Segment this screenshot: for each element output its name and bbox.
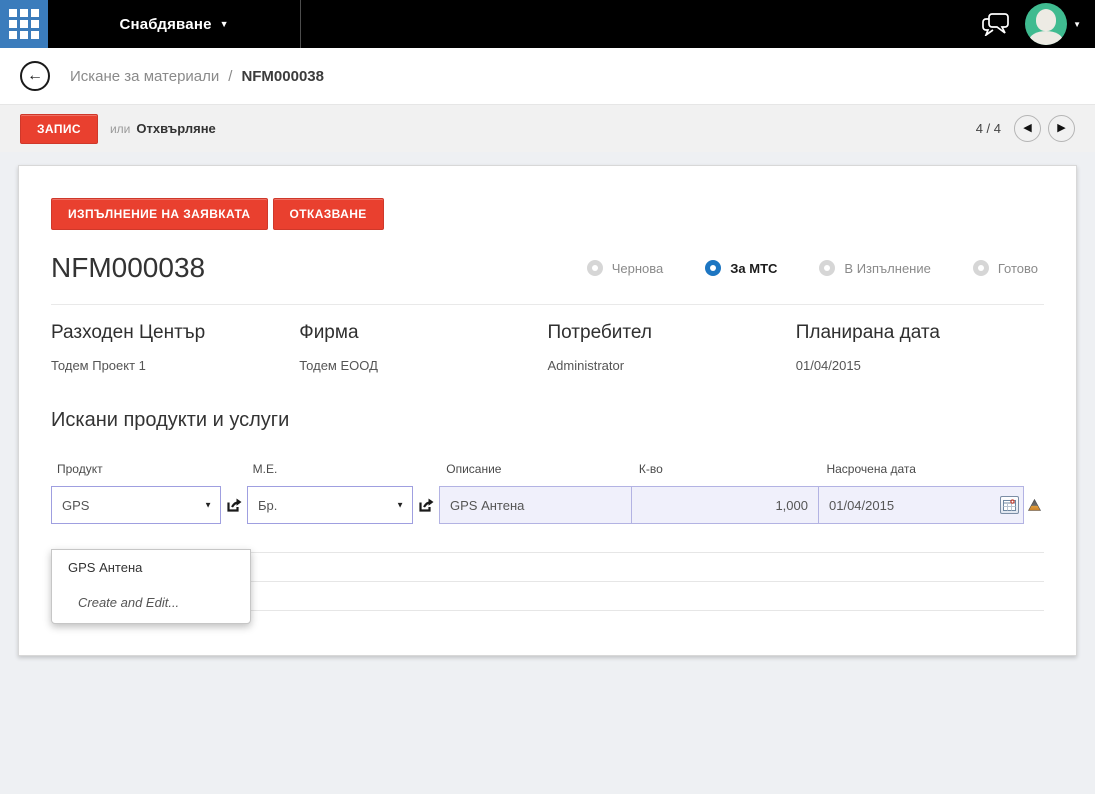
form-sheet: ИЗПЪЛНЕНИЕ НА ЗАЯВКАТА ОТКАЗВАНЕ NFM0000…	[18, 165, 1077, 656]
field-value[interactable]: Administrator	[548, 358, 796, 373]
apps-menu-button[interactable]	[0, 0, 48, 48]
field-value[interactable]: Тодем ЕООД	[299, 358, 547, 373]
line-edit-row: GPS ▼ Бр. ▼ GPS Антена 1,000 01/04/2015 …	[51, 486, 1044, 624]
status-in-progress[interactable]: В Изпълнение	[819, 260, 931, 276]
field-label: Планирана дата	[795, 322, 940, 343]
uom-select-value: Бр.	[258, 497, 278, 513]
radio-icon	[819, 260, 836, 276]
qty-input[interactable]	[631, 486, 819, 524]
pager-next-button[interactable]: ▶	[1048, 115, 1075, 142]
column-qty[interactable]: К-во	[631, 462, 819, 476]
open-record-icon	[418, 498, 433, 512]
dropdown-option[interactable]: GPS Антена	[52, 550, 250, 585]
chevron-down-icon: ▼	[219, 19, 229, 29]
record-title: NFM000038	[51, 252, 206, 283]
field-cost-center: Разходен Център Тодем Проект 1	[51, 322, 299, 373]
product-select[interactable]: GPS ▼	[51, 486, 221, 524]
field-planned-date: Планирана дата 01/04/2015	[796, 322, 1044, 373]
breadcrumb-current: NFM000038	[241, 67, 324, 85]
chevron-down-icon: ▼	[1073, 19, 1081, 29]
avatar	[1025, 3, 1068, 45]
top-bar: Снабдяване ▼ ▼	[0, 0, 1095, 48]
topbar-divider	[300, 0, 301, 48]
save-button[interactable]: ЗАПИС	[20, 113, 98, 144]
header-fields: Разходен Център Тодем Проект 1 Фирма Тод…	[51, 322, 1044, 373]
or-label: или	[109, 121, 131, 136]
discard-button[interactable]: Отхвърляне	[136, 121, 215, 136]
record-pager: 4 / 4 ◀ ▶	[976, 115, 1075, 142]
field-value[interactable]: Тодем Проект 1	[51, 358, 299, 373]
arrow-left-icon: ◀	[1023, 122, 1032, 134]
datepicker-button[interactable]	[1000, 496, 1019, 514]
open-product-button[interactable]	[221, 486, 247, 524]
lines-table-header: Продукт М.Е. Описание К-во Насрочена дат…	[51, 462, 1044, 486]
back-button[interactable]: ←	[20, 61, 50, 91]
lines-section-title: Искани продукти и услуги	[51, 409, 290, 431]
status-draft[interactable]: Чернова	[586, 260, 663, 276]
form-toolbar: ЗАПИС или Отхвърляне 4 / 4 ◀ ▶	[0, 105, 1095, 152]
scheduled-date-input[interactable]	[818, 486, 1024, 524]
execute-request-button[interactable]: ИЗПЪЛНЕНИЕ НА ЗАЯВКАТА	[51, 198, 268, 230]
uom-select[interactable]: Бр. ▼	[247, 486, 413, 524]
lines-table: Продукт М.Е. Описание К-во Насрочена дат…	[51, 462, 1044, 624]
chevron-down-icon: ▼	[204, 500, 212, 510]
radio-selected-icon	[705, 260, 722, 276]
pager-previous-button[interactable]: ◀	[1014, 115, 1041, 142]
status-za-mts[interactable]: За МТС	[705, 260, 777, 276]
description-input[interactable]	[439, 486, 632, 524]
product-select-value: GPS	[62, 497, 90, 513]
field-user: Потребител Administrator	[548, 322, 796, 373]
warning-triangle-icon	[1027, 499, 1041, 511]
main-menu-procurement[interactable]: Снабдяване ▼	[48, 0, 300, 48]
section-divider	[51, 304, 1044, 305]
scheduled-date-cell	[818, 486, 1024, 524]
chevron-down-icon: ▼	[396, 500, 404, 510]
chat-bubbles-icon	[982, 13, 1009, 36]
messages-button[interactable]	[981, 12, 1011, 36]
breadcrumb: Искане за материали / NFM000038	[70, 68, 324, 85]
field-label: Разходен Център	[51, 322, 206, 343]
back-arrow-icon: ←	[27, 66, 43, 84]
status-radio-group: Чернова За МТС В Изпълнение Готово	[586, 260, 1044, 276]
field-label: Фирма	[299, 322, 359, 343]
status-done[interactable]: Готово	[972, 260, 1038, 276]
radio-icon	[586, 260, 603, 276]
field-company: Фирма Тодем ЕООД	[299, 322, 547, 373]
calendar-icon	[1003, 499, 1016, 511]
statusbar-buttons: ИЗПЪЛНЕНИЕ НА ЗАЯВКАТА ОТКАЗВАНЕ	[51, 198, 1044, 230]
radio-icon	[972, 260, 989, 276]
open-uom-button[interactable]	[413, 486, 439, 524]
field-value[interactable]: 01/04/2015	[796, 358, 1044, 373]
column-product[interactable]: Продукт	[51, 462, 221, 476]
column-description[interactable]: Описание	[438, 462, 631, 476]
field-label: Потребител	[547, 322, 652, 343]
dropdown-create-and-edit[interactable]: Create and Edit...	[52, 585, 250, 623]
product-autocomplete-dropdown: GPS Антена Create and Edit...	[51, 549, 251, 624]
breadcrumb-separator: /	[228, 67, 233, 85]
apps-grid-icon	[9, 9, 39, 39]
user-menu[interactable]: ▼	[1025, 3, 1081, 45]
arrow-right-icon: ▶	[1057, 122, 1066, 134]
open-record-icon	[226, 498, 241, 512]
line-handle-cell[interactable]	[1024, 486, 1044, 524]
column-scheduled-date[interactable]: Насрочена дата	[818, 462, 1024, 476]
breadcrumb-parent[interactable]: Искане за материали	[70, 68, 219, 85]
breadcrumb-bar: ← Искане за материали / NFM000038	[0, 48, 1095, 105]
cancel-request-button[interactable]: ОТКАЗВАНЕ	[272, 198, 384, 230]
column-uom[interactable]: М.Е.	[247, 462, 413, 476]
pager-count: 4 / 4	[975, 121, 1001, 136]
main-menu-label: Снабдяване	[119, 15, 212, 33]
